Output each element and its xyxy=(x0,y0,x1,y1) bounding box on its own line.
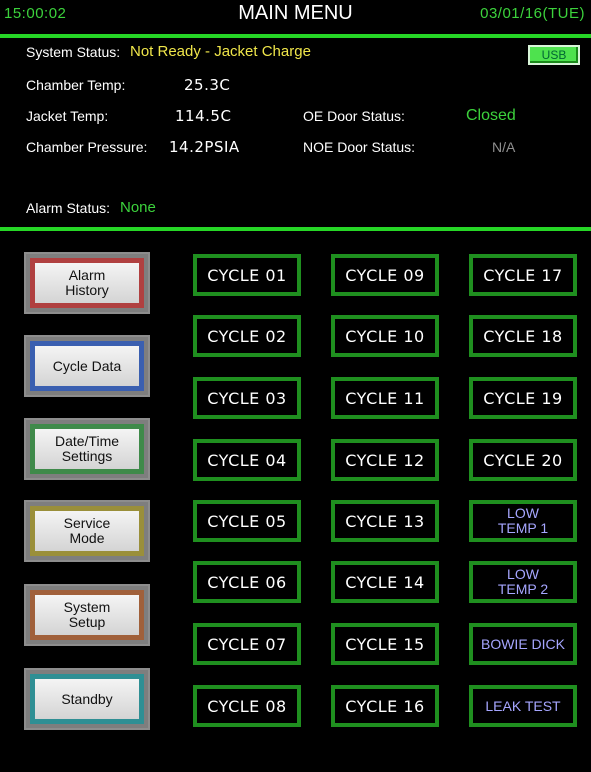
standby-label: Standby xyxy=(30,674,144,724)
cycle-12-button[interactable]: CYCLE 12 xyxy=(331,439,439,481)
chamber-temp-value: 25.3C xyxy=(184,76,231,94)
cycle-16-button[interactable]: CYCLE 16 xyxy=(331,685,439,727)
chamber-pressure-value: 14.2PSIA xyxy=(169,138,240,156)
cycle-10-button[interactable]: CYCLE 10 xyxy=(331,315,439,357)
service-mode-button[interactable]: Service Mode xyxy=(24,500,150,562)
system-status-label: System Status: xyxy=(26,44,121,60)
standby-button[interactable]: Standby xyxy=(24,668,150,730)
date-time-settings-button[interactable]: Date/Time Settings xyxy=(24,418,150,480)
system-status-value: Not Ready - Jacket Charge xyxy=(130,43,311,60)
cycle-11-button[interactable]: CYCLE 11 xyxy=(331,377,439,419)
alarm-status-label: Alarm Status: xyxy=(26,200,111,216)
oe-door-value: Closed xyxy=(466,107,516,124)
oe-door-label: OE Door Status: xyxy=(303,108,405,124)
cycle-03-button[interactable]: CYCLE 03 xyxy=(193,377,301,419)
cycle-13-button[interactable]: CYCLE 13 xyxy=(331,500,439,542)
jacket-temp-value: 114.5C xyxy=(175,107,232,125)
cycle-15-button[interactable]: CYCLE 15 xyxy=(331,623,439,665)
header-divider xyxy=(0,34,591,38)
status-divider xyxy=(0,227,591,231)
title-bar: 15:00:02 MAIN MENU 03/01/16(TUE) xyxy=(0,0,591,28)
noe-door-label: NOE Door Status: xyxy=(303,139,416,155)
cycle-18-button[interactable]: CYCLE 18 xyxy=(469,315,577,357)
chamber-temp-label: Chamber Temp: xyxy=(26,77,126,93)
system-setup-label: System Setup xyxy=(30,590,144,640)
cycle-06-button[interactable]: CYCLE 06 xyxy=(193,561,301,603)
usb-button[interactable]: USB xyxy=(528,45,580,65)
cycle-19-button[interactable]: CYCLE 19 xyxy=(469,377,577,419)
bowie-dick-button[interactable]: BOWIE DICK xyxy=(469,623,577,665)
date-time-settings-label: Date/Time Settings xyxy=(30,424,144,474)
cycle-data-label: Cycle Data xyxy=(30,341,144,391)
cycle-08-button[interactable]: CYCLE 08 xyxy=(193,685,301,727)
jacket-temp-label: Jacket Temp: xyxy=(26,108,109,124)
chamber-pressure-label: Chamber Pressure: xyxy=(26,139,148,155)
cycle-07-button[interactable]: CYCLE 07 xyxy=(193,623,301,665)
low-temp-2-button[interactable]: LOW TEMP 2 xyxy=(469,561,577,603)
alarm-history-label: Alarm History xyxy=(30,258,144,308)
cycle-02-button[interactable]: CYCLE 02 xyxy=(193,315,301,357)
system-setup-button[interactable]: System Setup xyxy=(24,584,150,646)
alarm-status-value: None xyxy=(120,199,156,216)
alarm-history-button[interactable]: Alarm History xyxy=(24,252,150,314)
noe-door-value: N/A xyxy=(492,139,516,155)
cycle-17-button[interactable]: CYCLE 17 xyxy=(469,254,577,296)
cycle-data-button[interactable]: Cycle Data xyxy=(24,335,150,397)
leak-test-button[interactable]: LEAK TEST xyxy=(469,685,577,727)
cycle-14-button[interactable]: CYCLE 14 xyxy=(331,561,439,603)
cycle-01-button[interactable]: CYCLE 01 xyxy=(193,254,301,296)
date-display: 03/01/16(TUE) xyxy=(480,5,585,22)
cycle-04-button[interactable]: CYCLE 04 xyxy=(193,439,301,481)
low-temp-1-button[interactable]: LOW TEMP 1 xyxy=(469,500,577,542)
cycle-09-button[interactable]: CYCLE 09 xyxy=(331,254,439,296)
cycle-20-button[interactable]: CYCLE 20 xyxy=(469,439,577,481)
service-mode-label: Service Mode xyxy=(30,506,144,556)
cycle-05-button[interactable]: CYCLE 05 xyxy=(193,500,301,542)
